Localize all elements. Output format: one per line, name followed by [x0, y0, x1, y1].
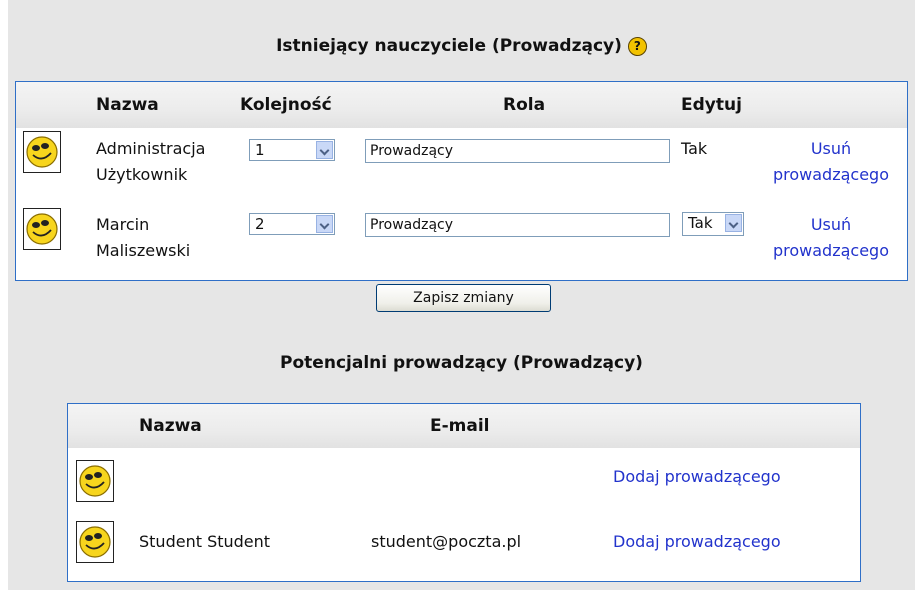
- order-select[interactable]: 2: [249, 213, 335, 235]
- remove-teacher-link[interactable]: Usuń prowadzącego: [756, 212, 906, 264]
- add-teacher-link[interactable]: Dodaj prowadzącego: [613, 529, 781, 555]
- add-teacher-link[interactable]: Dodaj prowadzącego: [613, 464, 781, 490]
- page: Istniejący nauczyciele (Prowadzący)? Naz…: [8, 0, 915, 590]
- teacher-name-line1: Administracja: [96, 139, 206, 158]
- edit-select-value: Tak: [688, 214, 713, 232]
- chevron-down-icon[interactable]: [725, 214, 742, 232]
- edit-value: Tak: [681, 139, 708, 158]
- potential-teachers-table: Nazwa E-mail Dodaj prowadzącego Student …: [67, 403, 861, 582]
- potential-name: Student Student: [139, 532, 271, 551]
- column-header-name: Nazwa: [139, 416, 202, 436]
- column-header-name: Nazwa: [96, 95, 159, 115]
- teacher-name-line2: Maliszewski: [96, 241, 191, 260]
- potential-teachers-title: Potencjalni prowadzący (Prowadzący): [280, 353, 643, 373]
- existing-teachers-heading: Istniejący nauczyciele (Prowadzący)?: [8, 36, 915, 56]
- save-changes-button[interactable]: Zapisz zmiany: [376, 284, 551, 312]
- existing-teachers-table: Nazwa Kolejność Rola Edytuj Administracj…: [15, 81, 908, 281]
- order-select-value: 2: [255, 215, 265, 233]
- potential-teachers-heading: Potencjalni prowadzący (Prowadzący): [8, 353, 915, 373]
- remove-link-line2[interactable]: prowadzącego: [756, 162, 906, 188]
- remove-link-line1[interactable]: Usuń: [756, 136, 906, 162]
- user-avatar-icon: [76, 460, 114, 502]
- role-input[interactable]: [365, 213, 670, 237]
- role-input[interactable]: [365, 139, 670, 163]
- order-select[interactable]: 1: [249, 139, 335, 161]
- potential-email: student@poczta.pl: [371, 532, 522, 551]
- remove-teacher-link[interactable]: Usuń prowadzącego: [756, 136, 906, 188]
- teacher-name-line2: Użytkownik: [96, 165, 188, 184]
- column-header-email: E-mail: [430, 416, 490, 436]
- existing-teachers-title: Istniejący nauczyciele (Prowadzący): [276, 36, 622, 56]
- user-avatar-icon: [23, 131, 61, 173]
- edit-select[interactable]: Tak: [682, 212, 744, 236]
- teacher-name-line1: Marcin: [96, 215, 150, 234]
- column-header-role: Rola: [503, 95, 546, 115]
- help-icon[interactable]: ?: [627, 37, 647, 56]
- order-select-value: 1: [255, 141, 265, 159]
- chevron-down-icon[interactable]: [316, 141, 333, 159]
- user-avatar-icon: [23, 208, 61, 250]
- remove-link-line1[interactable]: Usuń: [756, 212, 906, 238]
- user-avatar-icon: [76, 521, 114, 563]
- remove-link-line2[interactable]: prowadzącego: [756, 238, 906, 264]
- column-header-order: Kolejność: [240, 95, 332, 115]
- column-header-edit: Edytuj: [681, 95, 742, 115]
- chevron-down-icon[interactable]: [316, 215, 333, 233]
